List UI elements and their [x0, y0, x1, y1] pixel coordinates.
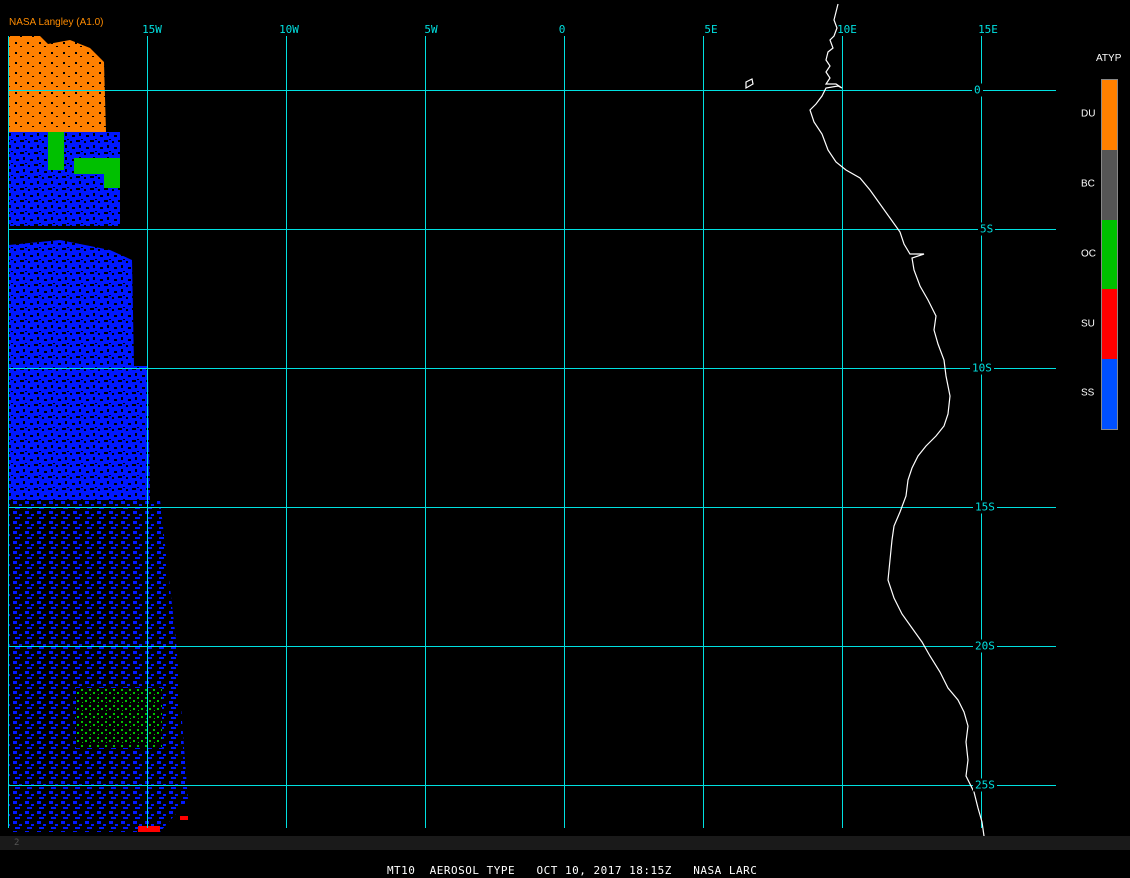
lon-label-10e: 10E — [837, 23, 857, 36]
legend-swatch-su — [1102, 289, 1117, 360]
sea-salt-block-1 — [9, 132, 120, 226]
legend-label-bc: BC — [1081, 178, 1095, 190]
sea-salt-region-4 — [9, 500, 176, 640]
status-bar: 2 MT10 AEROSOL TYPE OCT 10, 2017 18:15Z … — [0, 836, 1130, 877]
lat-label-20s: 20S — [973, 639, 997, 653]
legend-swatch-oc — [1102, 219, 1117, 290]
legend-label-su: SU — [1081, 318, 1095, 330]
lat-label-10s: 10S — [970, 361, 994, 375]
lat-label-25s: 25S — [973, 778, 997, 792]
organic-carbon-band-2 — [74, 158, 120, 174]
legend-title: ATYP — [1096, 53, 1122, 64]
satellite-map — [8, 3, 1056, 850]
legend-swatch-ss — [1102, 359, 1117, 429]
organic-carbon-band-3 — [104, 172, 120, 188]
lon-label-15e: 15E — [978, 23, 998, 36]
africa-coastline — [809, 3, 987, 850]
lon-label-10w: 10W — [279, 23, 299, 36]
organic-carbon-band-1 — [48, 132, 64, 170]
sulfate-speck-1 — [138, 826, 160, 832]
status-text: MT10 AEROSOL TYPE OCT 10, 2017 18:15Z NA… — [386, 864, 758, 877]
provider-label: NASA Langley (A1.0) — [9, 17, 104, 28]
legend-label-oc: OC — [1081, 248, 1096, 260]
sulfate-speck-2 — [180, 816, 188, 820]
lon-label-5w: 5W — [424, 23, 438, 36]
lat-label-0: 0 — [972, 83, 983, 97]
lon-label-0: 0 — [558, 23, 566, 36]
frame-number: 2 — [14, 838, 20, 848]
bioko-island — [745, 78, 754, 90]
lon-label-5e: 5E — [704, 23, 718, 36]
legend-swatch-bc — [1102, 149, 1117, 220]
organic-carbon-patch — [76, 688, 162, 748]
sea-salt-region-3 — [9, 366, 150, 500]
sea-salt-region-2 — [9, 240, 134, 366]
lat-label-5s: 5S — [978, 222, 996, 236]
dust-region — [9, 36, 106, 134]
coastline — [745, 3, 987, 850]
lat-label-15s: 15S — [973, 500, 997, 514]
legend-label-ss: SS — [1081, 387, 1095, 399]
legend-label-du: DU — [1081, 108, 1096, 120]
legend-colorbar — [1101, 79, 1118, 430]
legend-swatch-du — [1102, 80, 1117, 150]
lon-label-15w: 15W — [142, 23, 162, 36]
aerosol-data-swath — [9, 36, 188, 832]
